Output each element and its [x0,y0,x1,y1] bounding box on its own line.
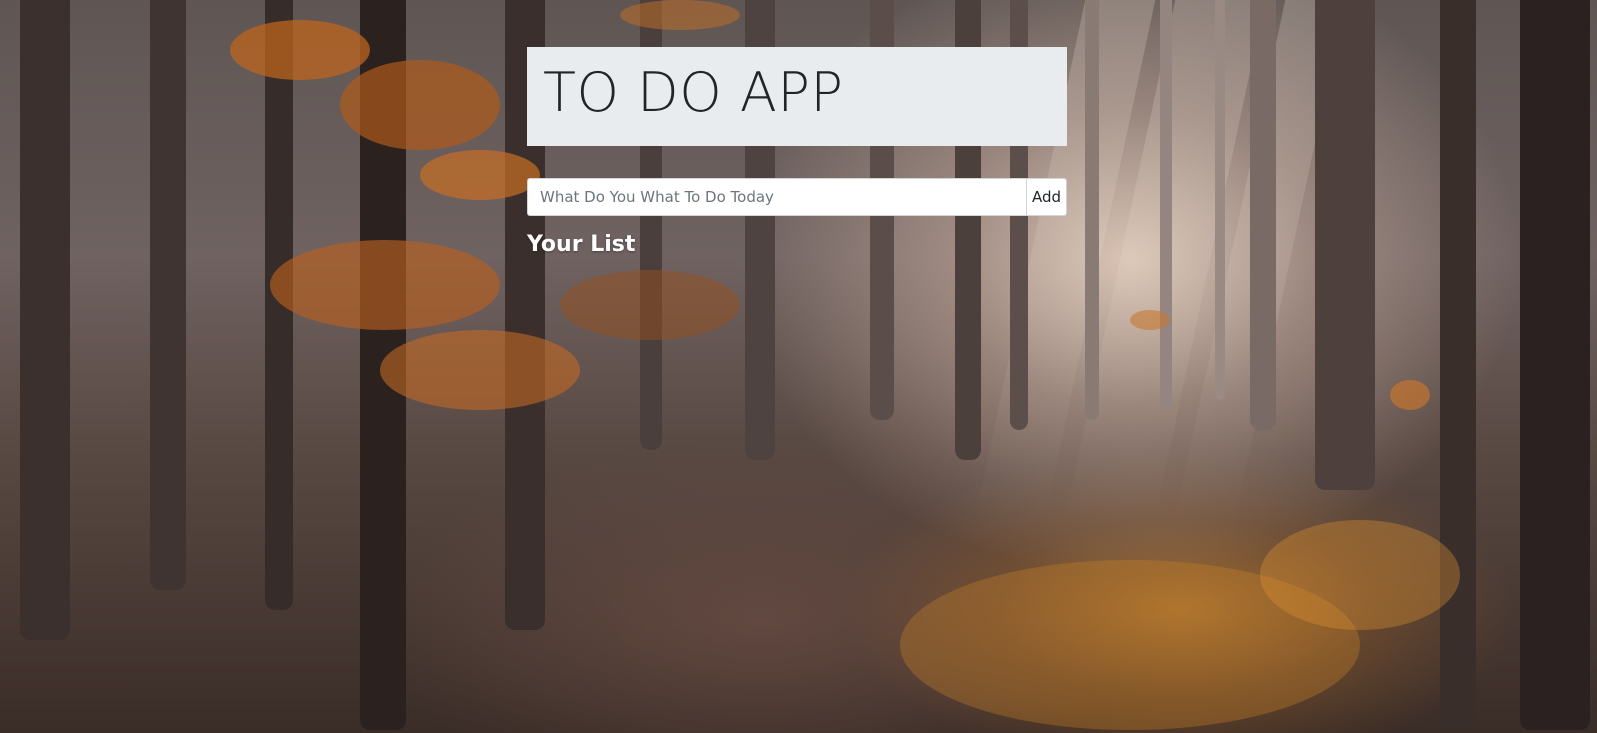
todo-app-container: TO DO APP Add Your List [527,47,1067,257]
add-button[interactable]: Add [1026,178,1067,216]
todo-input[interactable] [527,178,1026,216]
app-title: TO DO APP [543,61,844,124]
add-todo-form: Add [527,178,1067,216]
list-heading: Your List [527,232,636,257]
header-jumbotron: TO DO APP [527,47,1067,146]
